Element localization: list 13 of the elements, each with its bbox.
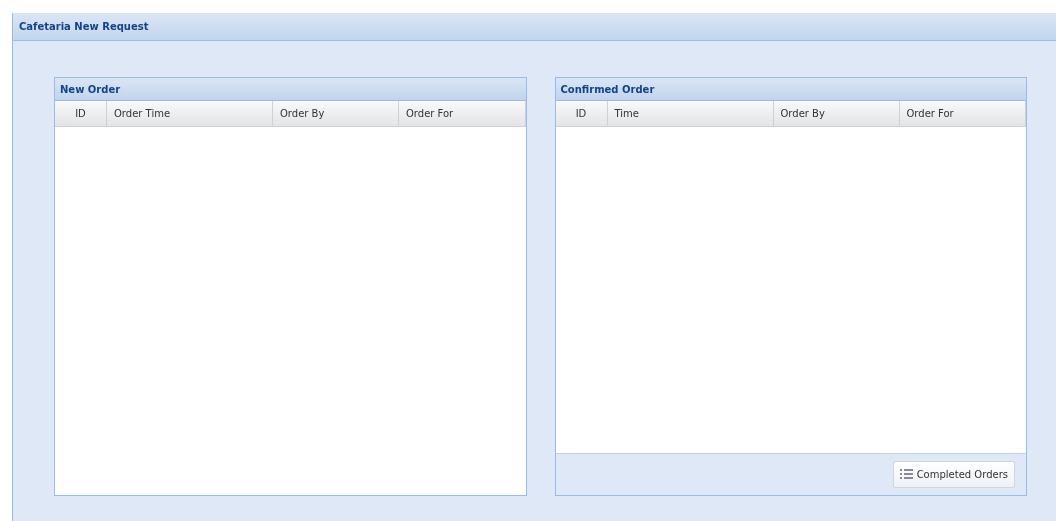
column-header[interactable]: ID: [55, 101, 107, 126]
column-header[interactable]: Order Time: [107, 101, 273, 126]
list-icon: [899, 469, 913, 480]
column-header[interactable]: Order For: [399, 101, 526, 126]
column-header[interactable]: Order For: [899, 101, 1026, 126]
panel-title: New Order: [60, 83, 121, 95]
column-header[interactable]: Order By: [273, 101, 399, 126]
column-header[interactable]: Time: [607, 101, 774, 126]
completed-orders-button[interactable]: Completed Orders: [892, 461, 1015, 488]
column-header[interactable]: ID: [555, 101, 608, 126]
panel-title: Confirmed Order: [560, 83, 655, 95]
column-header[interactable]: Order By: [773, 101, 900, 126]
window-title: Cafetaria New Request: [19, 21, 149, 32]
